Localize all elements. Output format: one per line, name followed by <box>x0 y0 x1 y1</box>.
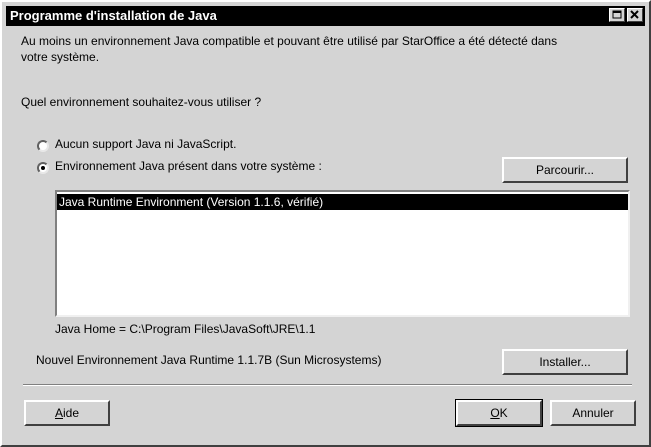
java-home-path: Java Home = C:\Program Files\JavaSoft\JR… <box>55 322 316 336</box>
radio-selected-dot <box>41 166 45 170</box>
radio-no-java-label[interactable]: Aucun support Java ni JavaScript. <box>55 137 236 151</box>
browse-button[interactable]: Parcourir... <box>502 157 628 183</box>
ok-mnemonic: O <box>490 406 500 420</box>
maximize-icon <box>612 10 622 19</box>
maximize-button[interactable] <box>609 8 625 22</box>
question-label: Quel environnement souhaitez-vous utilis… <box>21 95 262 109</box>
window-title: Programme d'installation de Java <box>10 8 217 23</box>
new-runtime-label: Nouvel Environnement Java Runtime 1.1.7B… <box>36 353 382 367</box>
install-button[interactable]: Installer... <box>502 349 628 375</box>
intro-text-line2: votre système. <box>21 50 100 64</box>
ok-button[interactable]: OK <box>455 399 543 427</box>
title-bar[interactable]: Programme d'installation de Java <box>6 6 645 26</box>
close-button[interactable] <box>627 8 643 22</box>
java-environment-list[interactable]: Java Runtime Environment (Version 1.1.6,… <box>55 190 630 317</box>
separator-line <box>23 384 632 386</box>
intro-text-line1: Au moins un environnement Java compatibl… <box>21 34 558 48</box>
help-label: ide <box>63 406 80 420</box>
cancel-button[interactable]: Annuler <box>550 400 636 426</box>
list-item[interactable]: Java Runtime Environment (Version 1.1.6,… <box>57 194 628 210</box>
radio-present-java[interactable] <box>37 162 49 174</box>
ok-label: K <box>499 406 508 420</box>
close-icon <box>630 10 639 19</box>
installer-dialog: Programme d'installation de Java Au moin… <box>0 0 651 447</box>
radio-no-java[interactable] <box>37 140 49 152</box>
radio-present-java-label[interactable]: Environnement Java présent dans votre sy… <box>55 159 322 173</box>
help-mnemonic: A <box>54 406 63 420</box>
help-button[interactable]: Aide <box>24 400 110 426</box>
